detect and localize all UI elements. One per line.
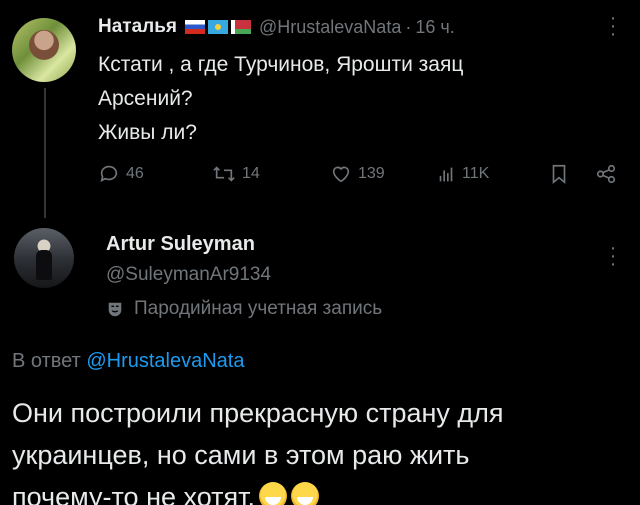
reply-icon xyxy=(100,165,118,182)
tweet1-text-line: Живы ли? xyxy=(98,121,197,144)
bookmark-button[interactable] xyxy=(549,163,569,185)
like-count: 139 xyxy=(358,165,385,182)
reply-prefix: В ответ xyxy=(12,350,81,372)
tweet1-timestamp[interactable]: 16 ч. xyxy=(415,17,454,38)
sweat-smile-emoji xyxy=(290,482,319,505)
tweet1-author-name[interactable]: Наталья xyxy=(98,16,177,38)
like-button[interactable]: 139 xyxy=(330,163,385,185)
thread-line xyxy=(44,88,46,218)
heart-icon xyxy=(332,166,350,183)
ru-flag-icon xyxy=(185,20,205,34)
kz-flag-icon xyxy=(208,20,228,34)
tweet2-text-line: украинцев, но сами в этом раю жить xyxy=(12,440,470,470)
retweet-button[interactable]: 14 xyxy=(212,163,260,185)
views-button[interactable]: 11K xyxy=(436,163,489,185)
reply-button[interactable]: 46 xyxy=(98,163,144,185)
tweet1-text: Кстати , а где Турчинов, Ярошти заяц Арс… xyxy=(98,48,618,150)
bookmark-icon xyxy=(552,164,566,185)
tweet1-text-line: Кстати , а где Турчинов, Ярошти заяц xyxy=(98,53,464,76)
sweat-smile-emoji xyxy=(258,482,287,505)
more-vertical-icon[interactable]: · · · xyxy=(607,238,619,274)
tweet1-handle[interactable]: @HrustalevaNata xyxy=(259,17,401,38)
tweet2-text-line-last: почему-то не хотят. xyxy=(12,476,632,505)
separator-dot: · xyxy=(405,16,412,37)
parody-mask-icon xyxy=(108,302,122,317)
share-button[interactable] xyxy=(595,163,617,185)
parody-text: Пародийная учетная запись xyxy=(134,298,383,319)
tweet2-handle[interactable]: @SuleymanAr9134 xyxy=(106,264,271,286)
by-flag-icon xyxy=(231,20,251,34)
tweet2-text: Они построили прекрасную страну для укра… xyxy=(12,392,632,505)
tweet2-author-name[interactable]: Artur Suleyman xyxy=(106,233,255,256)
retweet-icon xyxy=(213,166,235,182)
parody-account-label: Пародийная учетная запись xyxy=(106,298,382,320)
tweet1-actions: 46 14 139 11K xyxy=(98,163,628,193)
tweet1-header: Наталья @HrustalevaNata · 16 ч. xyxy=(98,16,455,38)
tweet2-text-line: Они построили прекрасную страну для xyxy=(12,398,504,428)
retweet-count: 14 xyxy=(242,165,260,182)
reply-mention-link[interactable]: @HrustalevaNata xyxy=(86,350,244,372)
tweet2-text-line: почему-то не хотят. xyxy=(12,482,255,505)
reply-count: 46 xyxy=(126,165,144,182)
flags xyxy=(185,20,251,34)
views-icon xyxy=(439,167,453,182)
avatar-artur[interactable] xyxy=(14,228,74,288)
avatar-natalia[interactable] xyxy=(12,18,76,82)
share-icon xyxy=(596,164,616,184)
views-count: 11K xyxy=(462,165,490,182)
reply-to-line: В ответ @HrustalevaNata xyxy=(12,350,244,373)
more-vertical-icon[interactable]: · · · xyxy=(607,8,619,44)
tweet1-text-line: Арсений? xyxy=(98,87,193,110)
